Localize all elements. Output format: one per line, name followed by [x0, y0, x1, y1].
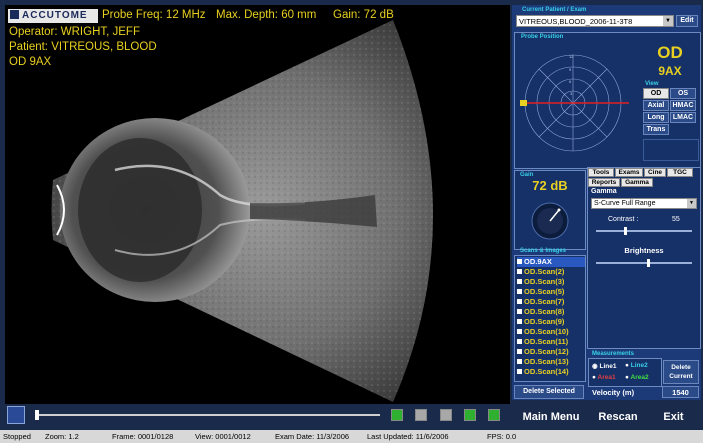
line1-toggle[interactable]: ◉ Line1 — [592, 362, 616, 370]
patient-exam-value: VITREOUS,BLOOD_2006-11-3T8 — [519, 17, 633, 26]
hmac-button[interactable]: HMAC — [670, 100, 696, 111]
list-item[interactable]: OD.Scan(7) — [517, 297, 585, 307]
list-item[interactable]: OD.Scan(3) — [517, 277, 585, 287]
lmac-button[interactable]: LMAC — [670, 112, 696, 123]
exit-button[interactable]: Exit — [646, 407, 701, 427]
brightness-slider[interactable] — [596, 259, 692, 267]
step-back-icon[interactable] — [464, 409, 476, 421]
play-icon[interactable] — [391, 409, 403, 421]
gain-knob[interactable] — [527, 197, 573, 245]
tab-tools[interactable]: Tools — [588, 168, 614, 177]
pause-icon[interactable] — [440, 409, 452, 421]
stop-icon[interactable] — [415, 409, 427, 421]
list-item[interactable]: OD.Scan(14) — [517, 367, 585, 377]
probe-position-dial[interactable]: 12 9 6 3 — [517, 41, 635, 165]
eye-indicator: OD — [657, 43, 683, 62]
chevron-down-icon: ▼ — [687, 199, 696, 208]
status-view: View: 0001/0012 — [195, 432, 251, 441]
status-state: Stopped — [3, 432, 31, 441]
ultrasound-viewport[interactable]: ACCUTOME Probe Freq: 12 MHz Max. Depth: … — [5, 5, 510, 405]
scan-list[interactable]: OD.9AX OD.Scan(2) OD.Scan(3) OD.Scan(5) … — [514, 255, 586, 382]
status-bar: Stopped Zoom: 1.2 Frame: 0001/0128 View:… — [0, 430, 703, 443]
scans-images-label: Scans & Images — [520, 248, 567, 254]
velocity-label: Velocity (m) — [592, 388, 635, 397]
svg-text:12: 12 — [569, 54, 574, 59]
cine-scrubber-thumb[interactable] — [35, 410, 39, 420]
list-item[interactable]: OD.Scan(2) — [517, 267, 585, 277]
patient-exam-label: Current Patient / Exam — [522, 7, 587, 13]
patient-name: Patient: VITREOUS, BLOOD — [9, 41, 157, 53]
list-item[interactable]: OD.Scan(9) — [517, 317, 585, 327]
area2-toggle[interactable]: ● Area2 — [625, 374, 649, 381]
delete-selected-button[interactable]: Delete Selected — [514, 385, 584, 399]
brand-text: ACCUTOME — [22, 10, 88, 21]
edit-button[interactable]: Edit — [676, 15, 698, 27]
axial-button[interactable]: Axial — [643, 100, 669, 111]
trans-button[interactable]: Trans — [643, 124, 669, 135]
gain-value: 72 dB — [532, 178, 568, 193]
gamma-title: Gamma — [591, 188, 617, 195]
measurements-label: Measurements — [592, 351, 635, 357]
step-forward-icon[interactable] — [488, 409, 500, 421]
disabled-controls — [643, 139, 699, 161]
os-button[interactable]: OS — [670, 88, 696, 99]
settings-tabs: Tools Exams Cine TGC Reports Gamma Gamma… — [587, 167, 701, 349]
chevron-down-icon: ▼ — [663, 16, 673, 26]
view-label: View — [645, 81, 659, 87]
measurements-section: ◉ Line1 ● Line2 ● Area1 ● Area2 — [588, 358, 662, 387]
rescan-button[interactable]: Rescan — [592, 407, 644, 427]
probe-position-label: Probe Position — [521, 34, 564, 40]
area1-toggle[interactable]: ● Area1 — [592, 374, 616, 381]
bottom-toolbar: Main Menu Rescan Exit — [0, 404, 703, 430]
list-item[interactable]: OD.Scan(5) — [517, 287, 585, 297]
brightness-label: Brightness — [624, 246, 664, 255]
probe-position-section: Probe Position 12 9 6 3 OD 9AX View OD OS A… — [514, 32, 701, 169]
gain-readout: Gain: 72 dB — [333, 9, 394, 21]
svg-text:6: 6 — [569, 79, 572, 84]
accutome-logo: ACCUTOME — [8, 9, 98, 23]
delete-current-button[interactable]: Delete Current — [663, 360, 699, 384]
tab-tgc[interactable]: TGC — [667, 168, 693, 177]
long-button[interactable]: Long — [643, 112, 669, 123]
svg-text:9: 9 — [569, 67, 572, 72]
velocity-input[interactable]: 1540 — [662, 386, 699, 398]
svg-text:3: 3 — [570, 91, 573, 96]
list-item[interactable]: OD.9AX — [517, 257, 585, 267]
list-item[interactable]: OD.Scan(13) — [517, 357, 585, 367]
tab-exams[interactable]: Exams — [615, 168, 643, 177]
line2-toggle[interactable]: ● Line2 — [625, 362, 648, 369]
tab-reports[interactable]: Reports — [588, 178, 620, 187]
max-depth: Max. Depth: 60 mm — [216, 9, 317, 21]
control-panel: Current Patient / Exam VITREOUS,BLOOD_20… — [512, 5, 701, 400]
tab-cine[interactable]: Cine — [644, 168, 666, 177]
status-frame: Frame: 0001/0128 — [112, 432, 174, 441]
b-scan-image — [51, 20, 433, 402]
list-item[interactable]: OD.Scan(8) — [517, 307, 585, 317]
list-item[interactable]: OD.Scan(12) — [517, 347, 585, 357]
status-exam-date: Exam Date: 11/3/2006 — [275, 432, 350, 441]
brightness-slider-thumb[interactable] — [647, 259, 651, 267]
position-indicator: 9AX — [658, 64, 682, 78]
probe-freq: Probe Freq: 12 MHz — [102, 9, 206, 21]
status-last-updated: Last Updated: 11/6/2006 — [367, 432, 449, 441]
cine-scrubber[interactable] — [35, 410, 380, 420]
gamma-curve-value: S-Curve Full Range — [594, 200, 656, 207]
main-menu-button[interactable]: Main Menu — [512, 407, 590, 427]
gain-section: Gain 72 dB — [514, 170, 586, 250]
od-button[interactable]: OD — [643, 88, 669, 99]
list-item[interactable]: OD.Scan(11) — [517, 337, 585, 347]
operator-name: Operator: WRIGHT, JEFF — [9, 26, 140, 38]
status-zoom: Zoom: 1.2 — [45, 432, 79, 441]
contrast-slider-thumb[interactable] — [623, 227, 627, 235]
scan-id: OD 9AX — [9, 56, 52, 68]
contrast-slider[interactable] — [596, 227, 692, 235]
accutome-small-logo — [7, 406, 25, 424]
list-item[interactable]: OD.Scan(10) — [517, 327, 585, 337]
status-fps: FPS: 0.0 — [487, 432, 517, 441]
patient-exam-select[interactable]: VITREOUS,BLOOD_2006-11-3T8 ▼ — [516, 15, 674, 27]
contrast-label: Contrast : — [608, 216, 639, 223]
tab-gamma[interactable]: Gamma — [621, 178, 653, 187]
gamma-curve-select[interactable]: S-Curve Full Range ▼ — [591, 198, 697, 209]
contrast-value: 55 — [672, 216, 680, 223]
